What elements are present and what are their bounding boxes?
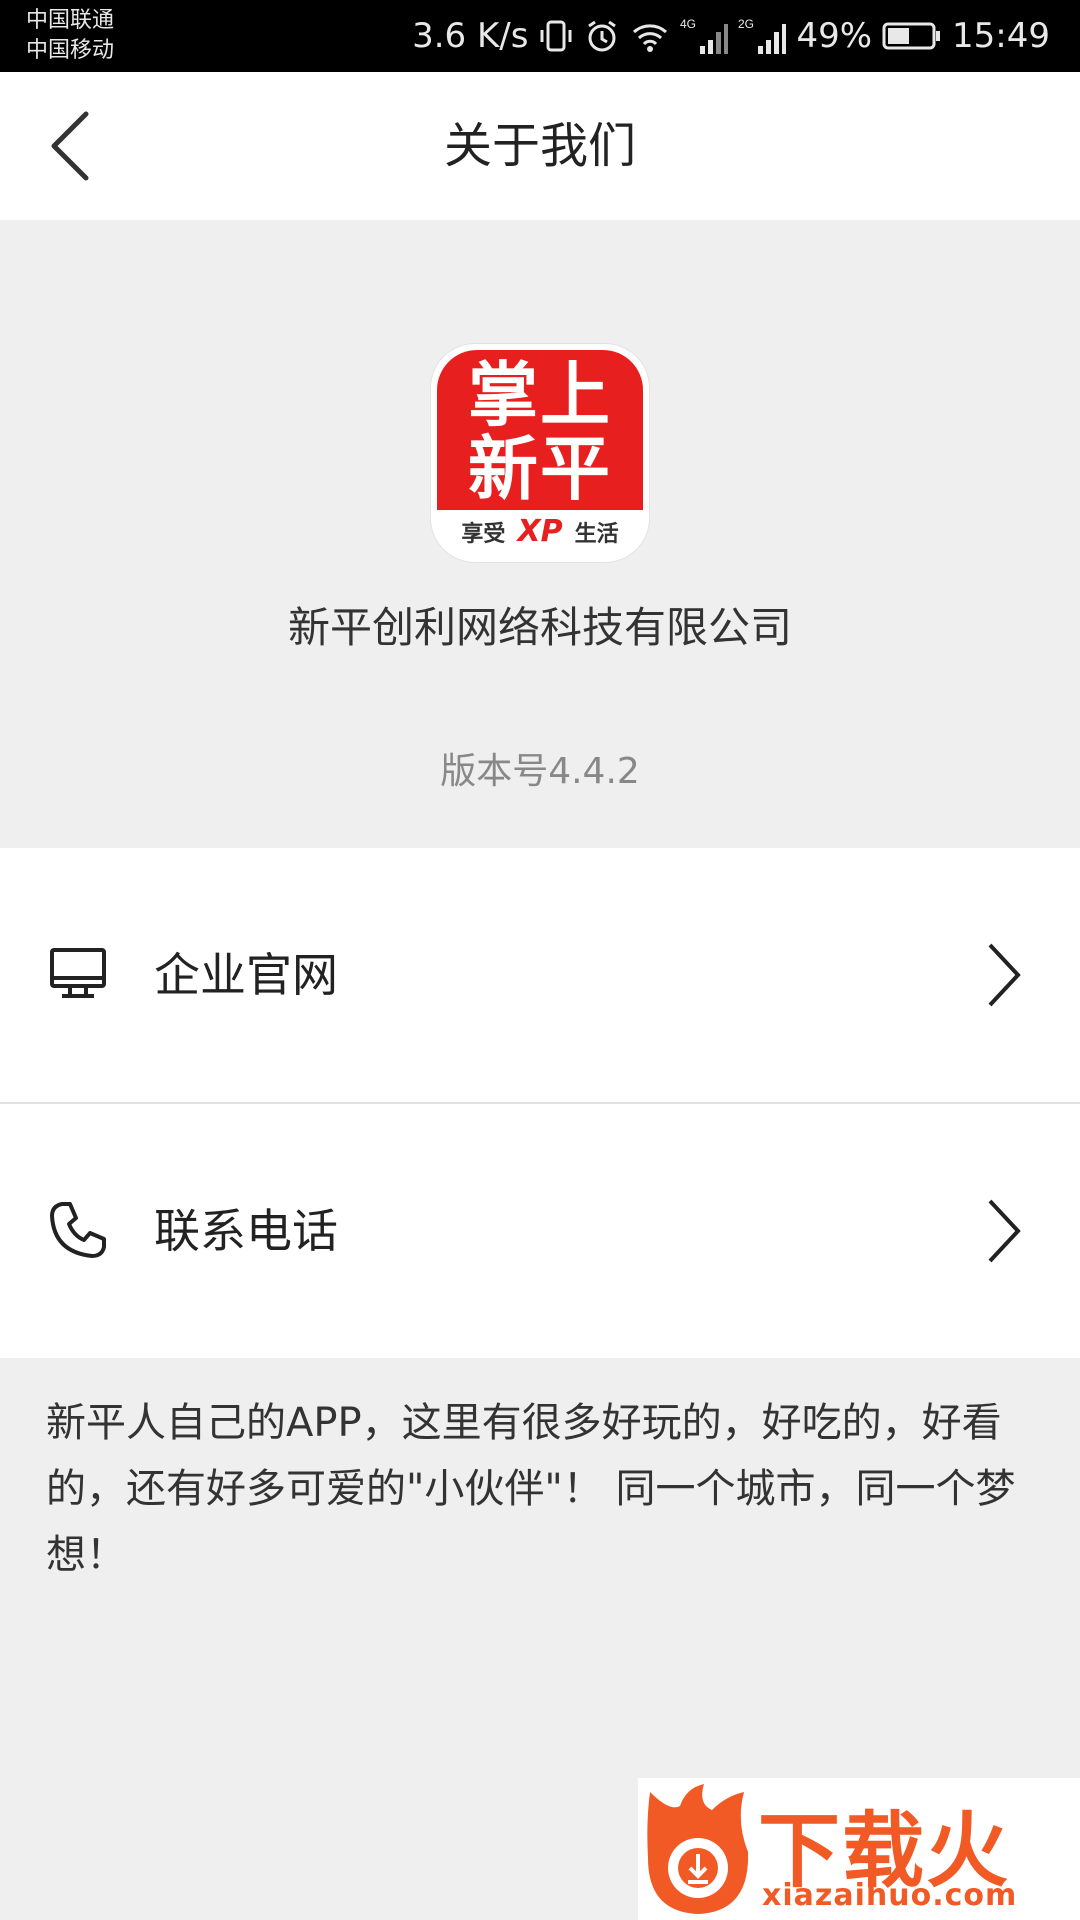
- phone-row[interactable]: 联系电话: [0, 1104, 1080, 1358]
- alarm-icon: [588, 20, 617, 52]
- nav-bar: 关于我们: [0, 72, 1080, 220]
- version-number: 版本号4.4.2: [440, 751, 640, 792]
- about-header: 掌上 新平 享受 XP 生活 新平创利网络科技有限公司 版本号4.4.2: [0, 220, 1080, 848]
- logo-text: 掌上 新平: [437, 358, 643, 506]
- app-description: 新平人自己的APP，这里有很多好玩的，好吃的，好看的，还有好多可爱的"小伙伴"！…: [46, 1400, 1016, 1578]
- carrier-1: 中国联通: [26, 8, 115, 33]
- monitor-icon: [50, 948, 106, 998]
- clock: 15:49: [952, 16, 1050, 56]
- logo-line-1: 掌上: [468, 354, 612, 436]
- page-title: 关于我们: [443, 118, 636, 174]
- logo-tag-mid: XP: [517, 514, 563, 549]
- website-label: 企业官网: [154, 948, 338, 1002]
- flame-download-icon: [647, 1784, 749, 1914]
- network-speed: 3.6 K/s: [412, 16, 529, 56]
- signal-4g-icon: 4G: [680, 17, 729, 54]
- status-indicators: 3.6 K/s 4G 2G 49% 15:49: [412, 0, 1050, 72]
- carrier-info: 中国联通 中国移动: [26, 6, 114, 66]
- net2-label: 2G: [738, 17, 754, 31]
- carrier-2: 中国移动: [26, 38, 115, 63]
- net1-label: 4G: [680, 17, 696, 31]
- logo-tag-left: 享受: [461, 522, 506, 547]
- signal-2g-icon: 2G: [738, 17, 787, 54]
- phone-label: 联系电话: [154, 1204, 338, 1258]
- watermark-url: xiazaihuo.com: [762, 1878, 1018, 1913]
- logo-tagline: 享受 XP 生活: [431, 514, 649, 549]
- battery-icon: [882, 22, 941, 50]
- battery-percent: 49%: [796, 16, 873, 56]
- company-name: 新平创利网络科技有限公司: [287, 603, 792, 652]
- logo-line-2: 新平: [468, 428, 612, 510]
- chevron-right-icon: [988, 943, 1021, 1007]
- logo-red-block: 掌上 新平: [437, 350, 643, 510]
- status-bar: 中国联通 中国移动 3.6 K/s 4G 2G 49% 15:49: [0, 0, 1080, 72]
- vibrate-icon: [540, 20, 572, 52]
- wifi-icon: [633, 24, 668, 52]
- watermark-logo: 下载火 xiazaihuo.com: [638, 1778, 1080, 1920]
- phone-icon: [50, 1202, 106, 1258]
- website-row[interactable]: 企业官网: [0, 848, 1080, 1102]
- chevron-right-icon: [988, 1199, 1021, 1263]
- back-arrow-icon[interactable]: [46, 108, 96, 184]
- logo-tag-right: 生活: [574, 522, 619, 547]
- app-logo: 掌上 新平 享受 XP 生活: [431, 344, 649, 562]
